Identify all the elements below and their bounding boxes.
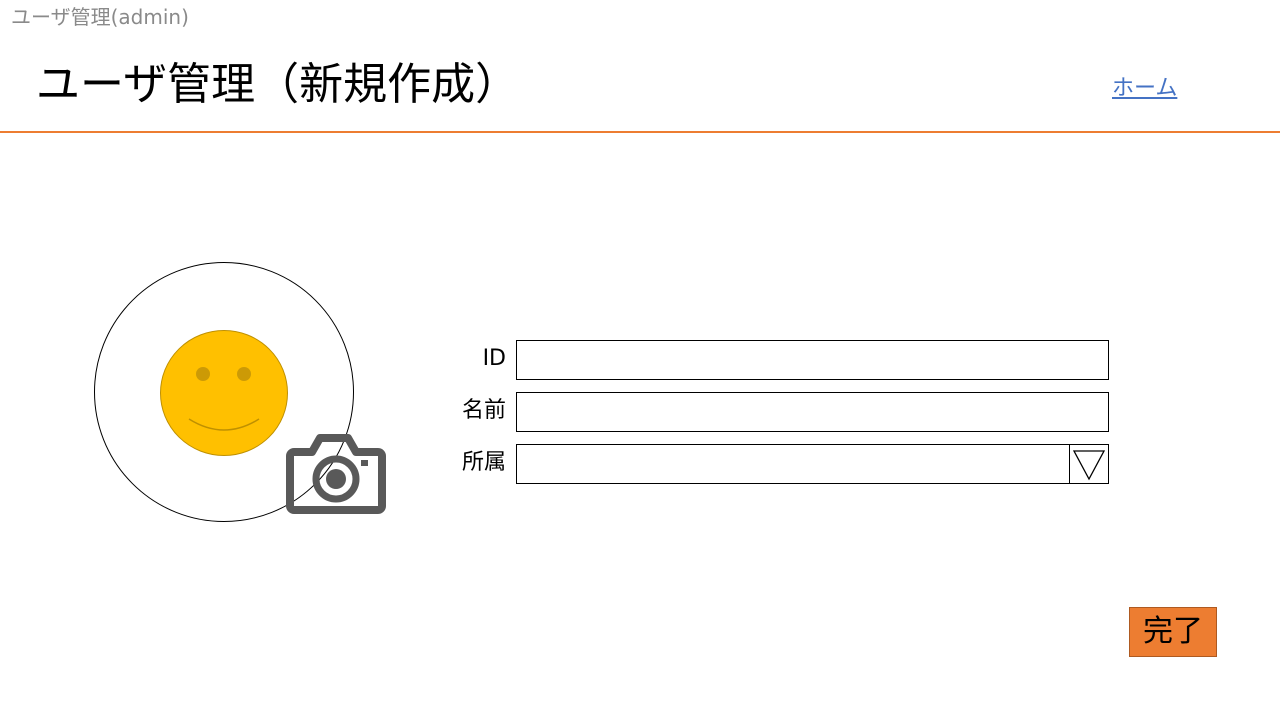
camera-icon[interactable]: [286, 432, 386, 514]
done-button[interactable]: 完了: [1129, 607, 1217, 657]
user-create-page: ユーザ管理(admin) ユーザ管理（新規作成） ホーム ID 名前 所属 完了: [0, 0, 1280, 720]
home-link[interactable]: ホーム: [1112, 75, 1177, 103]
id-input[interactable]: [517, 341, 1108, 379]
name-field[interactable]: [516, 392, 1109, 432]
page-title: ユーザ管理（新規作成）: [36, 59, 520, 110]
id-label: ID: [482, 346, 506, 371]
name-input[interactable]: [517, 393, 1108, 431]
id-field[interactable]: [516, 340, 1109, 380]
triangle-down-icon: [1072, 450, 1106, 481]
department-dropdown-button[interactable]: [1069, 445, 1108, 483]
department-label: 所属: [461, 450, 506, 475]
name-label: 名前: [461, 398, 506, 423]
header-divider: [0, 131, 1280, 133]
smiley-face-icon: [160, 330, 288, 456]
department-select[interactable]: [516, 444, 1109, 484]
window-caption: ユーザ管理(admin): [11, 5, 189, 29]
